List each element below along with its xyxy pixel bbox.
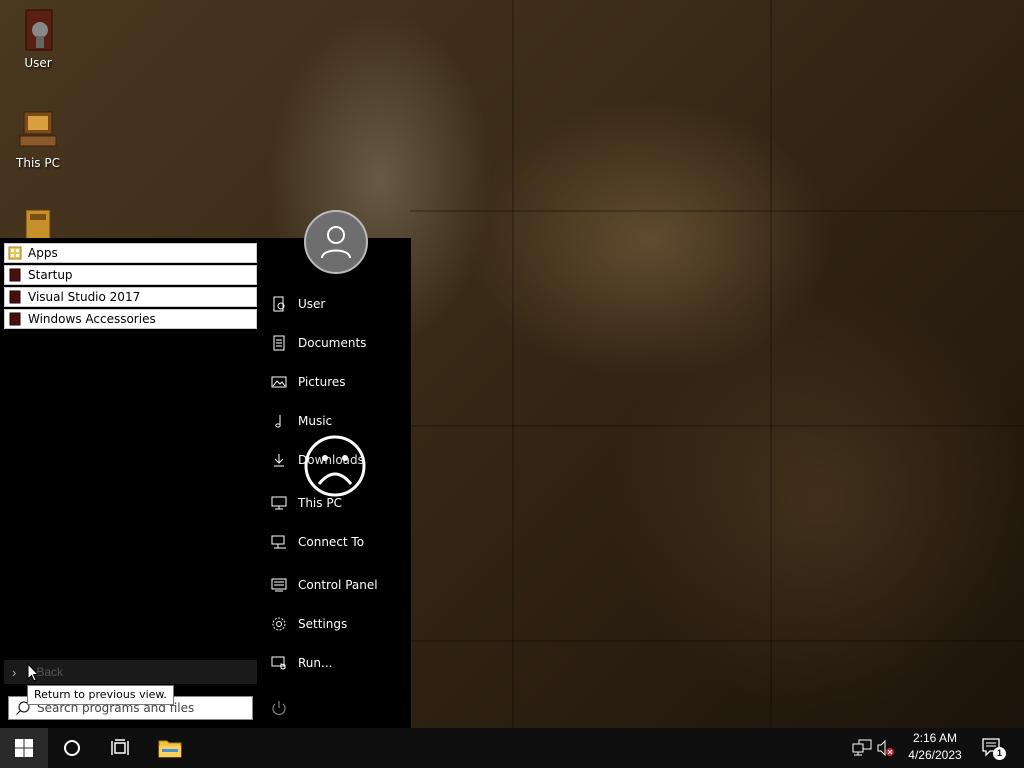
music-note-icon: [270, 412, 288, 430]
circle-icon: [64, 740, 80, 756]
start-folder-apps[interactable]: Apps: [4, 243, 257, 263]
user-folder-icon: [16, 8, 60, 52]
start-place-label: Music: [298, 414, 333, 428]
start-place-label: Run...: [298, 656, 333, 670]
back-label: Back: [36, 665, 64, 679]
control-panel-icon: [270, 576, 288, 594]
folder-icon: [9, 290, 21, 304]
start-place-user[interactable]: User: [270, 293, 410, 315]
network-icon: [270, 533, 288, 551]
folder-icon: [9, 268, 21, 282]
mouse-cursor-icon: [27, 663, 39, 682]
task-view-icon: [111, 739, 129, 755]
clock-time: 2:16 AM: [912, 731, 958, 745]
chevron-right-icon: ›: [12, 664, 17, 680]
desktop-icon-label: This PC: [16, 156, 60, 170]
clock-date: 4/26/2023: [908, 748, 962, 762]
user-folder-icon: [270, 295, 288, 313]
windows-logo-icon: [15, 739, 33, 757]
user-avatar[interactable]: [304, 210, 368, 274]
start-place-control-panel[interactable]: Control Panel: [270, 574, 410, 596]
picture-icon: [270, 373, 288, 391]
start-place-connect-to[interactable]: Connect To: [270, 531, 410, 553]
cortana-button[interactable]: [48, 728, 96, 768]
start-place-label: Settings: [298, 617, 348, 631]
apps-icon: [8, 246, 22, 260]
notification-count-badge: 1: [993, 747, 1006, 760]
taskbar-clock[interactable]: 2:16 AM 4/26/2023: [898, 730, 972, 766]
start-place-pictures[interactable]: Pictures: [270, 371, 410, 393]
start-place-label: Control Panel: [298, 578, 378, 592]
start-folder-startup[interactable]: Startup: [4, 265, 257, 285]
start-place-label: This PC: [298, 496, 342, 510]
start-place-documents[interactable]: Documents: [270, 332, 410, 354]
gear-icon: [270, 615, 288, 633]
start-place-music[interactable]: Music: [270, 410, 410, 432]
download-icon: [270, 451, 288, 469]
document-icon: [270, 334, 288, 352]
action-center-button[interactable]: 1: [978, 734, 1008, 762]
start-folder-visual-studio-2017[interactable]: Visual Studio 2017: [4, 287, 257, 307]
start-place-run[interactable]: Run...: [270, 652, 410, 674]
task-view-button[interactable]: [96, 728, 144, 768]
desktop-icon-label: User: [24, 56, 52, 70]
start-place-label: Pictures: [298, 375, 346, 389]
back-tooltip: Return to previous view.: [27, 685, 174, 705]
computer-icon: [16, 108, 60, 152]
network-icon[interactable]: [852, 739, 872, 757]
volume-muted-icon[interactable]: [876, 739, 896, 757]
run-icon: [270, 654, 288, 672]
computer-icon: [270, 494, 288, 512]
start-place-label: Documents: [298, 336, 367, 350]
start-folder-label: Apps: [28, 246, 58, 260]
start-folder-label: Windows Accessories: [28, 312, 156, 326]
start-folder-windows-accessories[interactable]: Windows Accessories: [4, 309, 257, 329]
folder-icon: [9, 312, 21, 326]
back-button[interactable]: › Back: [4, 660, 257, 684]
file-explorer-button[interactable]: [146, 728, 194, 768]
user-silhouette-icon: [321, 226, 351, 259]
desktop-icon-this-pc[interactable]: This PC: [0, 108, 76, 170]
folder-icon: [158, 740, 182, 758]
start-folder-label: Startup: [28, 268, 73, 282]
desktop-icon-user[interactable]: User: [0, 8, 76, 70]
start-place-settings[interactable]: Settings: [270, 613, 410, 635]
start-place-label: User: [298, 297, 326, 311]
power-icon[interactable]: [270, 699, 288, 717]
loading-sad-face-icon: [304, 435, 366, 497]
start-folder-label: Visual Studio 2017: [28, 290, 141, 304]
start-place-label: Connect To: [298, 535, 365, 549]
start-button[interactable]: [0, 728, 48, 768]
